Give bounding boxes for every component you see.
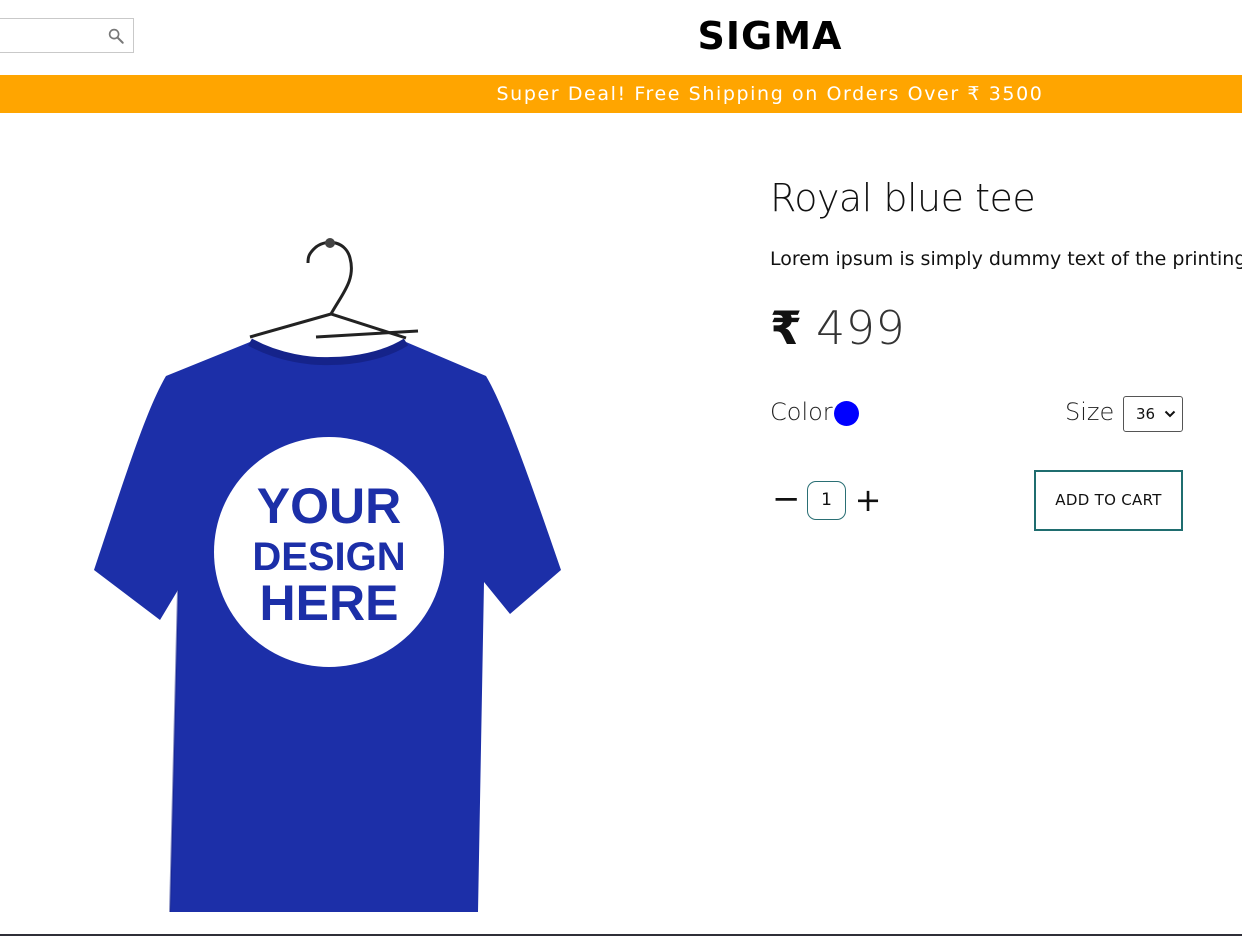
quantity-decrement-button[interactable]: − [772,482,801,518]
brand-logo[interactable]: SIGMA [0,14,1242,58]
design-text-line: DESIGN [252,535,405,579]
promo-text: Super Deal! Free Shipping on Orders Over… [496,83,1044,105]
size-label: Size [1065,398,1115,426]
product-image: YOUR DESIGN HERE [94,238,561,913]
size-select[interactable]: 36 [1123,396,1183,432]
product-title: Royal blue tee [770,176,1036,220]
tshirt-graphic: YOUR DESIGN HERE [94,338,561,913]
promo-banner: Super Deal! Free Shipping on Orders Over… [0,75,1242,113]
currency-symbol: ₹ [770,301,803,355]
product-page: SIGMA Super Deal! Free Shipping on Order… [0,0,1242,937]
price-value: 499 [816,301,906,355]
color-swatch[interactable] [834,401,859,426]
design-text-line: YOUR [257,478,401,534]
design-text-line: HERE [260,575,399,631]
hanger-icon [249,238,419,340]
size-selected-value: 36 [1136,405,1156,423]
price: ₹ 499 [770,300,905,356]
color-label: Color [770,398,833,426]
product-description: Lorem ipsum is simply dummy text of the … [770,248,1242,270]
divider [0,934,1242,936]
chevron-down-icon [1164,410,1176,418]
quantity-input[interactable]: 1 [807,481,846,520]
add-to-cart-button[interactable]: ADD TO CART [1034,470,1183,531]
quantity-increment-button[interactable]: + [854,482,882,518]
